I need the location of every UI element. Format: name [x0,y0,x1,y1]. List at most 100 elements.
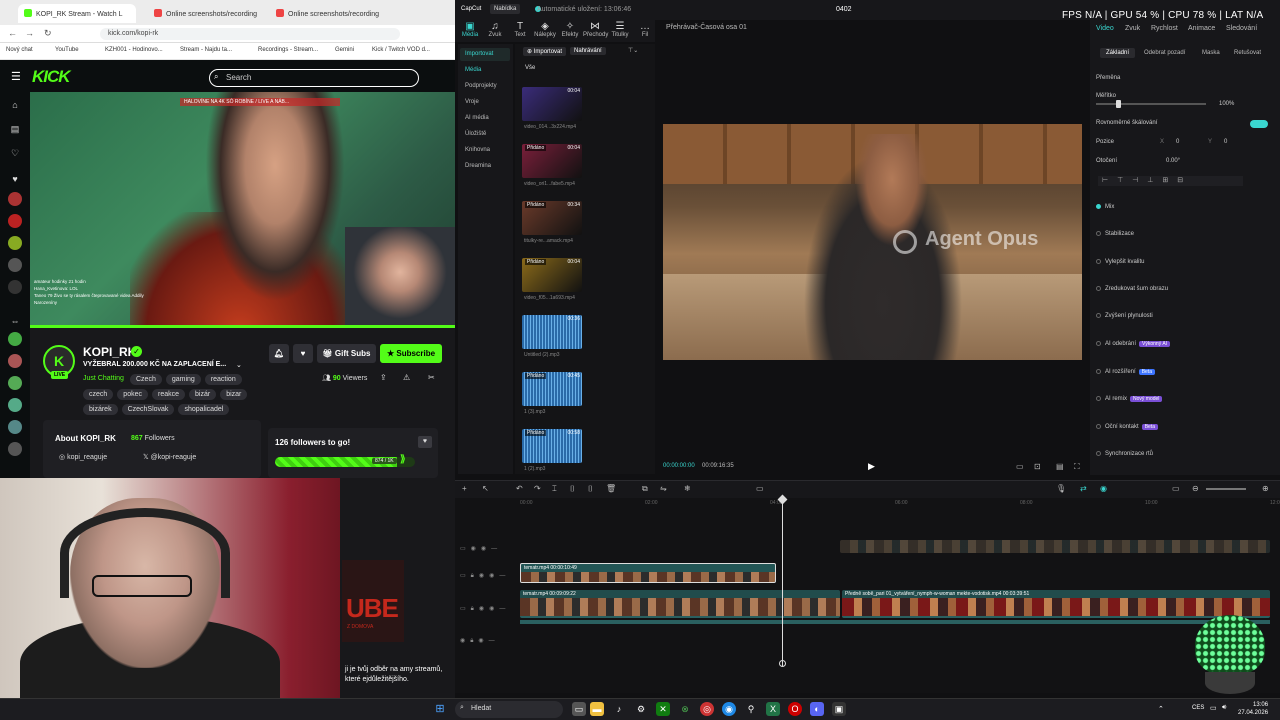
channel-avatar[interactable] [8,214,22,228]
stream-video[interactable]: HALOVÍNE NA 4K SÓ ROBÍNE / LIVE A NÁB...… [30,92,455,327]
redo-icon[interactable]: ↷ [534,484,541,493]
zoom-slider[interactable] [1206,488,1246,490]
ai-expand-row[interactable]: AI rozšíření Beta [1096,369,1155,375]
mix-row[interactable]: Mix [1096,204,1114,210]
tag[interactable]: reakce [151,389,185,400]
stream-category[interactable]: Just Chatting [83,375,124,382]
channel-avatar[interactable] [8,236,22,250]
bookmark[interactable]: YouTube [55,47,79,53]
ai-remix-checkbox[interactable] [1096,396,1101,401]
bookmark[interactable]: Gemini [335,47,354,53]
explorer-icon[interactable]: ▬ [590,702,604,716]
channel-avatar[interactable] [8,376,22,390]
media-nav-media[interactable]: Média [460,64,510,77]
timeline-playhead[interactable] [782,496,783,666]
tag[interactable]: bizárek [83,404,118,415]
settings-icon[interactable]: ▤ [1056,462,1064,471]
media-nav-ai-media[interactable]: AI média [460,112,510,125]
excel-icon[interactable]: X [766,702,780,716]
subtab-mask[interactable]: Maska [1196,48,1226,58]
language-indicator[interactable]: CES [1192,705,1204,711]
noise-row[interactable]: Zredukovat šum obrazu [1096,286,1168,292]
link-icon[interactable]: ⇄ [1080,484,1087,493]
bookmark[interactable]: KZH001 - Hodinovo... [105,47,163,53]
settings-app-icon[interactable]: ⚙ [634,702,648,716]
timeline-clip-selected[interactable]: tematr.mp4 00:00:10:49 [520,563,776,583]
mirror-icon[interactable]: ⇋ [660,484,667,493]
preview-axis-icon[interactable]: ▭ [1172,484,1180,493]
tag[interactable]: bizár [189,389,217,400]
subtab-remove-bg[interactable]: Odebrat pozadí [1138,48,1191,58]
tag[interactable]: CzechSlovak [121,404,175,415]
fullscreen-icon[interactable]: ⛶ [1074,462,1080,472]
discord-icon[interactable]: ◐ [810,702,824,716]
menu-icon[interactable]: ☰ [11,70,21,83]
track-controls[interactable]: ◉🔒︎◉— [460,637,500,645]
forward-icon[interactable]: → [25,28,34,38]
url-input[interactable]: kick.com/kopi-rk [100,28,400,40]
reload-icon[interactable]: ↻ [44,28,52,39]
tool-zvuk[interactable]: ♫ Zvuk [483,22,507,39]
chrome-icon[interactable]: ◉ [722,702,736,716]
lip-sync-row[interactable]: Synchronizace rtů [1096,451,1153,457]
share-icon[interactable]: ⇪ [380,373,387,382]
split-left-icon[interactable]: ⌷ [570,484,575,494]
all-filter[interactable]: Vše [525,65,535,71]
timeline-clip-main[interactable]: tematr.mp4 00:09:09:22 [520,590,840,618]
media-nav-library[interactable]: Knihovna [460,144,510,157]
caption-icon[interactable]: ▭ [756,484,764,493]
clock[interactable]: 13:06 27.04.2026 [1238,701,1268,717]
browser-tab-3[interactable]: Online screenshots/recording [270,4,388,23]
taskbar-search[interactable]: Hledat [455,701,563,718]
media-nav-dreamina[interactable]: Dreamina [460,160,510,173]
browser-tab-2[interactable]: Online screenshots/recording [148,4,266,23]
playhead-marker[interactable] [779,660,786,667]
zoom-in-icon[interactable]: ⊕ [1262,484,1269,493]
ai-remix-row[interactable]: AI remix Nový model [1096,396,1163,402]
props-tab-tracking[interactable]: Sledování [1226,25,1257,32]
ai-remove-checkbox[interactable] [1096,341,1101,346]
mix-checkbox[interactable] [1096,204,1101,209]
following-icon[interactable]: ♡ [8,146,22,160]
audio-track[interactable] [520,620,1270,624]
tag[interactable]: reaction [204,374,242,385]
video-thumbnail[interactable]: 00:04 [522,87,582,121]
improve-checkbox[interactable] [1096,259,1101,264]
crop-icon[interactable]: ⧉ [642,484,648,494]
tool-titulky[interactable]: ☰ Titulky [608,22,632,39]
magnet-icon[interactable]: ◉ [1100,484,1107,493]
rotate-input[interactable]: 0.00° [1166,158,1180,164]
xbox-app-icon[interactable]: ⊗ [678,702,692,716]
capcut-taskbar-icon[interactable]: ▣ [832,702,846,716]
video-progress-bar[interactable] [30,325,455,328]
tiktok-icon[interactable]: ♪ [612,702,626,716]
tool-fil[interactable]: … Fil [633,22,657,39]
props-tab-speed[interactable]: Rychlost [1151,25,1178,32]
menu-button[interactable]: Nabídka [490,4,521,14]
props-tab-animation[interactable]: Animace [1188,25,1215,32]
tool-média[interactable]: ▣ Média [458,22,482,39]
bookmark[interactable]: Stream - Najdu ta... [180,47,232,53]
import-button[interactable]: ⊕ Importovat [523,47,567,56]
props-tab-audio[interactable]: Zvuk [1125,25,1140,32]
timeline-clip-overlay[interactable] [840,540,1270,553]
ratio-icon[interactable]: ▭ [1016,462,1024,471]
eye-contact-checkbox[interactable] [1096,424,1101,429]
channel-avatar[interactable] [8,442,22,456]
sort-dropdown[interactable]: Nahrávání [570,47,606,55]
subtab-retouch[interactable]: Retušovat [1228,48,1267,58]
audio-thumbnail[interactable]: 00:36 [522,315,582,349]
app-icon[interactable]: ◎ [700,702,714,716]
browser-tab-kick[interactable]: KOPI_RK Stream - Watch L [18,4,136,23]
undo-icon[interactable]: ↶ [516,484,523,493]
smooth-checkbox[interactable] [1096,313,1101,318]
tag[interactable]: shopalicadel [178,404,230,415]
scale-slider-handle[interactable] [1116,100,1121,108]
tool-přechody[interactable]: ⋈ Přechody [583,22,608,39]
tag[interactable]: gaming [165,374,201,385]
lip-sync-checkbox[interactable] [1096,451,1101,456]
start-icon[interactable]: ⊞ [433,702,447,716]
split-right-icon[interactable]: ⌷ [588,484,593,494]
tool-text[interactable]: T Text [508,22,532,39]
heart-icon[interactable]: ♥ [8,172,22,186]
